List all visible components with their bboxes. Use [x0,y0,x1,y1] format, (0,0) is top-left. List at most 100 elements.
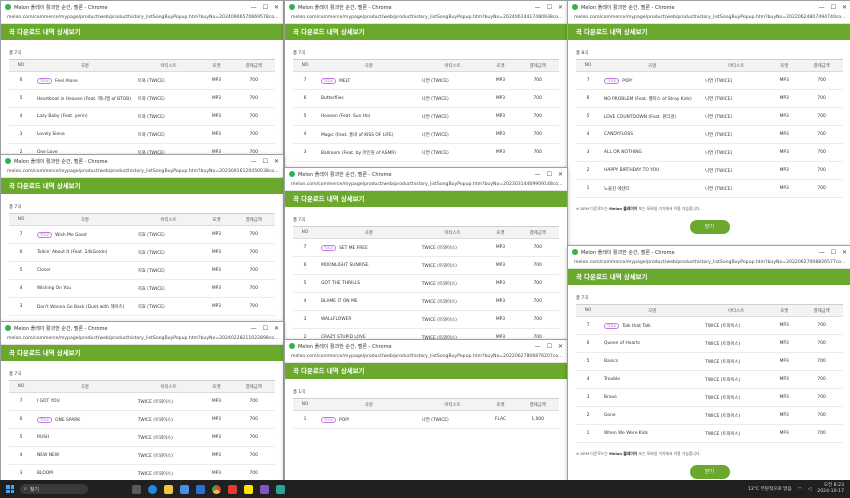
maximize-icon[interactable]: ☐ [831,249,836,256]
song-title[interactable]: GOT THE THRILLS [321,281,360,286]
song-title[interactable]: Don't Wanna Go Back (Duet with 헤이즈) [37,305,124,310]
song-title[interactable]: RUSH [37,435,49,440]
artist[interactable]: 나연 (TWICE) [420,89,485,108]
app-icon[interactable] [228,484,237,494]
artist[interactable]: 나연 (TWICE) [704,89,769,108]
artist[interactable]: 트와 (TWICE) [136,71,201,90]
song-title[interactable]: Talkin' About It (Feat. 24kGoldn) [37,250,107,255]
chrome-icon[interactable] [212,484,221,494]
mail-icon[interactable] [196,484,205,494]
app-icon[interactable] [260,484,269,494]
minimize-icon[interactable]: — [535,343,541,350]
maximize-icon[interactable]: ☐ [547,171,552,178]
maximize-icon[interactable]: ☐ [263,325,268,332]
artist[interactable]: 지효 (TWICE) [136,225,201,244]
close-icon[interactable]: ✕ [842,249,847,256]
artist[interactable]: 트와 (TWICE) [136,89,201,108]
close-icon[interactable]: ✕ [558,343,563,350]
song-title[interactable]: Trouble [604,377,620,382]
song-title[interactable]: Lazy Baby (Feat. yerin) [37,114,88,119]
artist[interactable]: 나연 (TWICE) [704,143,769,162]
artist[interactable]: 지효 (TWICE) [136,279,201,298]
song-title[interactable]: Brave [604,395,617,400]
address-bar[interactable]: melon.com/commerce/mypage/product/web/pr… [285,180,567,191]
maximize-icon[interactable]: ☐ [263,158,268,165]
volume-icon[interactable]: ◁ [808,487,812,492]
artist[interactable]: 나연 (TWICE) [704,179,769,198]
maximize-icon[interactable]: ☐ [263,4,268,11]
song-title[interactable]: SET ME FREE [339,246,368,251]
close-button[interactable]: 닫기 [689,220,730,234]
song-title[interactable]: ONE SPARK [55,418,80,423]
artist[interactable]: TWICE (트와이스) [704,370,769,389]
minimize-icon[interactable]: — [251,325,257,332]
maximize-icon[interactable]: ☐ [547,4,552,11]
address-bar[interactable]: melon.com/commerce/mypage/product/web/pr… [568,258,850,269]
artist[interactable]: 나연 (TWICE) [704,71,769,90]
minimize-icon[interactable]: — [535,171,541,178]
maximize-icon[interactable]: ☐ [831,4,836,11]
artist[interactable]: TWICE (트와이스) [136,410,201,429]
minimize-icon[interactable]: — [819,249,825,256]
song-title[interactable]: MOONLIGHT SUNRISE [321,263,369,268]
song-title[interactable]: When We Were Kids [604,431,648,436]
song-title[interactable]: HAPPY BIRTHDAY TO YOU [604,168,659,173]
artist[interactable]: TWICE (트와이스) [136,428,201,447]
artist[interactable]: TWICE (트와이스) [704,406,769,425]
close-icon[interactable]: ✕ [274,158,279,165]
artist[interactable]: TWICE (트와이스) [420,274,485,293]
artist[interactable]: 트와 (TWICE) [136,125,201,144]
close-icon[interactable]: ✕ [558,4,563,11]
song-title[interactable]: MELT [339,79,350,84]
address-bar[interactable]: melon.com/commerce/mypage/product/web/pr… [1,167,283,178]
song-title[interactable]: Ballroom (Feat. by 마인원 of ASMR) [321,151,396,156]
address-bar[interactable]: melon.com/commerce/mypage/product/web/pr… [1,334,283,345]
address-bar[interactable]: melon.com/commerce/mypage/product/web/pr… [568,13,850,24]
artist[interactable]: 지효 (TWICE) [136,243,201,262]
artist[interactable]: TWICE (트와이스) [704,424,769,443]
song-title[interactable]: Wish Me Good [55,233,86,238]
song-title[interactable]: BLAME IT ON ME [321,299,358,304]
song-title[interactable]: NO PROBLEM (Feat. 펠릭스 of Stray Kids) [604,97,692,102]
address-bar[interactable]: melon.com/commerce/mypage/product/web/pr… [1,13,283,24]
song-title[interactable]: ALL OR NOTHING [604,150,642,155]
kakaotalk-icon[interactable] [244,484,253,494]
song-title[interactable]: Heaven (Feat. Sun Ho) [321,114,371,119]
clock[interactable]: 오전 8:23 2024-10-17 [817,483,844,495]
minimize-icon[interactable]: — [251,158,257,165]
minimize-icon[interactable]: — [535,4,541,11]
artist[interactable]: 트와 (TWICE) [136,107,201,126]
close-icon[interactable]: ✕ [274,4,279,11]
artist[interactable]: TWICE (트와이스) [420,292,485,311]
artist[interactable]: 나연 (TWICE) [420,125,485,144]
song-title[interactable]: Closer [37,268,51,273]
song-title[interactable]: Wishing On You [37,286,71,291]
store-icon[interactable] [180,484,189,494]
song-title[interactable]: I GOT YOU [37,399,60,404]
app-icon[interactable] [276,484,285,494]
song-title[interactable]: Queen of Hearts [604,341,640,346]
song-title[interactable]: WALLFLOWER [321,317,351,322]
wifi-icon[interactable]: ◠ [798,487,802,492]
minimize-icon[interactable]: — [251,4,257,11]
artist[interactable]: 지효 (TWICE) [136,297,201,316]
explorer-icon[interactable] [164,484,173,494]
address-bar[interactable]: melon.com/commerce/mypage/product/web/pr… [285,352,567,363]
task-view-icon[interactable] [132,484,141,494]
close-icon[interactable]: ✕ [558,171,563,178]
address-bar[interactable]: melon.com/commerce/mypage/product/web/pr… [285,13,567,24]
artist[interactable]: TWICE (트와이스) [420,256,485,275]
song-title[interactable]: Heartbeat in Heaven (Feat. 헤니엘 of BTOB) [37,97,131,102]
artist[interactable]: 나연 (TWICE) [704,161,769,180]
song-title[interactable]: NEW NEW [37,453,59,458]
close-icon[interactable]: ✕ [842,4,847,11]
artist[interactable]: 나연 (TWICE) [704,125,769,144]
artist[interactable]: TWICE (트와이스) [704,352,769,371]
artist[interactable]: 지효 (TWICE) [136,261,201,280]
song-title[interactable]: 노을진 에덴다 [604,187,630,192]
windows-start-icon[interactable] [6,485,14,493]
minimize-icon[interactable]: — [819,4,825,11]
song-title[interactable]: LOVE COUNTDOWN (Feat. 원더걸) [604,115,676,120]
song-title[interactable]: Butterflies [321,96,344,101]
artist[interactable]: TWICE (트와이스) [704,334,769,353]
